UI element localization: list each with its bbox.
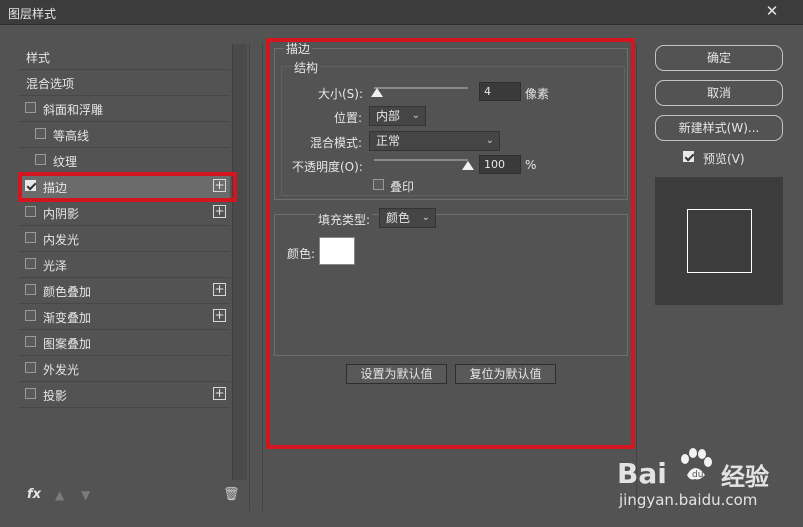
sidebar-item[interactable]: 纹理: [19, 148, 230, 174]
sidebar-item[interactable]: 渐变叠加 +: [19, 304, 230, 330]
fx-button[interactable]: fx: [27, 487, 41, 502]
preview-checkbox-box: [683, 151, 694, 162]
sidebar-item[interactable]: 等高线: [19, 122, 230, 148]
sidebar-item-label: 内发光: [43, 233, 80, 247]
sidebar-item-label: 等高线: [53, 129, 90, 143]
checkbox-icon[interactable]: [25, 336, 36, 347]
sidebar-item-label: 样式: [26, 51, 51, 65]
window-title: 图层样式: [8, 7, 57, 21]
checkbox-icon[interactable]: [25, 388, 36, 399]
checkbox-icon[interactable]: [25, 206, 36, 217]
sidebar-item-label: 内阴影: [43, 207, 80, 221]
checkbox-icon[interactable]: [35, 128, 46, 139]
checkbox-icon[interactable]: [25, 258, 36, 269]
preview-stroke-square: [687, 209, 752, 273]
watermark: Bai du 经验 jingyan.baidu.com: [615, 443, 803, 527]
sidebar-item[interactable]: 图案叠加: [19, 330, 230, 356]
checkbox-icon[interactable]: [25, 102, 36, 113]
cancel-button[interactable]: 取消: [655, 80, 783, 106]
sidebar-item[interactable]: 光泽: [19, 252, 230, 278]
sidebar-item[interactable]: 样式: [19, 44, 230, 70]
preview-thumbnail: [655, 177, 783, 305]
move-down-icon[interactable]: ▼: [81, 488, 90, 502]
sidebar-item-label: 投影: [43, 389, 68, 403]
style-list-scrollbar[interactable]: [232, 44, 247, 480]
paw-icon: du: [675, 445, 715, 485]
trash-icon[interactable]: 🗑: [223, 487, 240, 502]
move-up-icon[interactable]: ▲: [55, 488, 64, 502]
checkbox-icon[interactable]: [35, 154, 46, 165]
preview-checkbox[interactable]: [683, 151, 694, 162]
divider: [636, 43, 637, 511]
sidebar-item[interactable]: 斜面和浮雕: [19, 96, 230, 122]
style-list-footer: fx ▲ ▼ 🗑: [19, 483, 246, 511]
sidebar-item-label: 图案叠加: [43, 337, 92, 351]
add-icon[interactable]: +: [213, 283, 226, 296]
watermark-brand: Bai: [617, 457, 667, 490]
sidebar-item[interactable]: 颜色叠加 +: [19, 278, 230, 304]
sidebar-item[interactable]: 外发光: [19, 356, 230, 382]
style-list: 样式 混合选项 斜面和浮雕 等高线 纹理 描边 + 内阴影 + 内发光 光泽 颜色叠加 + 渐变叠加 + 图案…: [19, 44, 230, 480]
sidebar-item-label: 颜色叠加: [43, 285, 92, 299]
divider: [262, 43, 263, 511]
stroke-item-highlight: [18, 172, 237, 202]
sidebar-item-label: 混合选项: [26, 77, 75, 91]
checkbox-icon[interactable]: [25, 310, 36, 321]
sidebar-item-label: 外发光: [43, 363, 80, 377]
stroke-panel-highlight: [266, 38, 635, 449]
sidebar-item[interactable]: 内阴影 +: [19, 200, 230, 226]
svg-text:du: du: [692, 470, 703, 480]
preview-label: 预览(V): [703, 152, 745, 166]
sidebar-item-label: 渐变叠加: [43, 311, 92, 325]
sidebar-item-label: 光泽: [43, 259, 68, 273]
sidebar-item[interactable]: 内发光: [19, 226, 230, 252]
sidebar-item-label: 纹理: [53, 155, 78, 169]
checkbox-icon[interactable]: [25, 232, 36, 243]
new-style-button[interactable]: 新建样式(W)...: [655, 115, 783, 141]
add-icon[interactable]: +: [213, 309, 226, 322]
divider: [249, 43, 250, 511]
close-icon[interactable]: ✕: [761, 2, 783, 21]
checkbox-icon[interactable]: [25, 362, 36, 373]
checkbox-icon[interactable]: [25, 284, 36, 295]
add-icon[interactable]: +: [213, 205, 226, 218]
title-bar: 图层样式 ✕: [0, 0, 803, 25]
sidebar-item-label: 斜面和浮雕: [43, 103, 104, 117]
sidebar-item[interactable]: 投影 +: [19, 382, 230, 408]
sidebar-item[interactable]: 混合选项: [19, 70, 230, 96]
watermark-url: jingyan.baidu.com: [619, 491, 758, 509]
add-icon[interactable]: +: [213, 387, 226, 400]
ok-button[interactable]: 确定: [655, 45, 783, 71]
watermark-brand-2: 经验: [721, 463, 769, 491]
